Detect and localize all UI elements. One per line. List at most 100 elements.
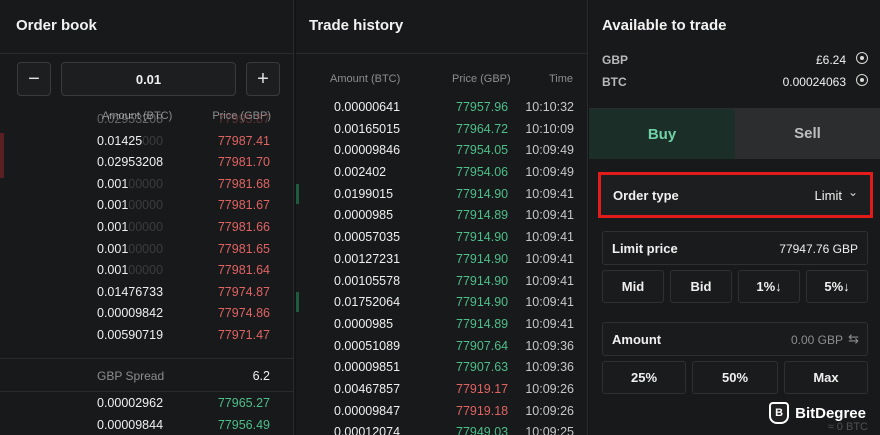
trade-amount: 0.00000641 — [334, 100, 401, 114]
ask-row[interactable]: 0.00100000 77981.67 — [0, 195, 293, 217]
column-header-amount: Amount (BTC) — [330, 73, 401, 85]
balance-amount: £6.24 — [815, 53, 846, 67]
tab-sell[interactable]: Sell — [735, 108, 880, 159]
trade-amount: 0.00467857 — [334, 381, 401, 396]
balance-row-gbp: GBP £6.24 — [602, 52, 868, 67]
trade-time: 10:09:25 — [525, 425, 574, 435]
bid-list: 0.00002962 77965.27 0.00009844 77956.49 — [0, 393, 293, 435]
trade-list: 0.00000641 77957.96 10:10:32 0.00165015 7796… — [296, 96, 587, 435]
ask-row[interactable]: 0.00100000 77981.68 — [0, 174, 293, 196]
decrease-button[interactable]: − — [17, 62, 51, 96]
pct-25-button[interactable]: 25% — [602, 361, 686, 394]
bid-button[interactable]: Bid — [670, 270, 732, 303]
limit-price-field[interactable]: Limit price 77947.76 GBP — [602, 231, 868, 265]
trade-price: 77907.63 — [456, 360, 509, 375]
tick-size-stepper: − 0.01 + — [17, 62, 280, 96]
ask-row[interactable]: 0.01476733 77974.87 — [0, 282, 293, 304]
trade-time: 10:09:41 — [525, 208, 574, 223]
currency-label: GBP — [602, 53, 629, 67]
trade-row: 0.00012074 77949.03 10:09:25 — [296, 421, 587, 435]
trade-price: 77949.03 — [456, 425, 509, 435]
divider — [0, 53, 293, 54]
pct-50-button[interactable]: 50% — [692, 361, 778, 394]
trade-price: 77907.64 — [456, 338, 509, 353]
ask-price: 77987.41 — [217, 133, 270, 148]
bid-price: 77965.27 — [217, 396, 270, 410]
bid-row[interactable]: 0.00002962 77965.27 — [0, 393, 293, 415]
amount-field[interactable]: Amount 0.00 GBP ⇆ — [602, 322, 868, 356]
bid-price: 77956.49 — [217, 417, 270, 432]
watermark-text: BitDegree — [795, 404, 866, 422]
order-book-title: Order book — [16, 17, 97, 34]
trade-row: 0.0000985 77914.89 10:09:41 — [296, 204, 587, 226]
ask-price: 77995.87 — [217, 112, 270, 126]
trade-time: 10:09:36 — [525, 360, 574, 375]
tab-buy[interactable]: Buy — [589, 108, 735, 159]
balance-row-btc: BTC 0.00024063 — [602, 74, 868, 89]
trade-price: 77914.89 — [456, 316, 509, 331]
ask-amount: 0.00590719 — [97, 327, 164, 342]
ask-amount: 0.01476733 — [97, 284, 164, 299]
ask-price: 77981.64 — [217, 263, 270, 278]
trade-row: 0.00000641 77957.96 10:10:32 — [296, 96, 587, 118]
minus-5pct-button[interactable]: 5%↓ — [806, 270, 868, 303]
ask-row[interactable]: 0.00100000 77981.66 — [0, 217, 293, 239]
trade-row: 0.00009851 77907.63 10:09:36 — [296, 356, 587, 378]
amount-preset-buttons: 25% 50% Max — [602, 361, 868, 394]
spread-row: GBP Spread 6.2 — [0, 358, 293, 392]
trade-time: 10:09:49 — [525, 143, 574, 158]
ask-row[interactable]: 0.00100000 77981.64 — [0, 260, 293, 282]
trade-price: 77914.90 — [456, 230, 509, 245]
trade-price: 77954.05 — [456, 143, 509, 158]
trade-history-title: Trade history — [309, 17, 404, 34]
ask-price: 77981.67 — [217, 198, 270, 213]
mid-button[interactable]: Mid — [602, 270, 664, 303]
ask-amount: 0.00100000 — [97, 176, 164, 191]
bitdegree-watermark: B BitDegree — [769, 402, 866, 424]
ask-amount: 0.00100000 — [97, 198, 164, 213]
minus-1pct-button[interactable]: 1%↓ — [738, 270, 800, 303]
radio-target-icon[interactable] — [856, 52, 868, 64]
trade-price: 77954.06 — [456, 165, 509, 180]
ask-row[interactable]: 0.00590719 77971.47 — [0, 325, 293, 347]
ask-row[interactable]: 0.00100000 77981.65 — [0, 239, 293, 261]
ask-amount: 0.00100000 — [97, 219, 164, 234]
trade-amount: 0.002402 — [334, 165, 387, 180]
trade-row: 0.00467857 77919.17 10:09:26 — [296, 378, 587, 400]
ask-amount: 0.01425000 — [97, 133, 164, 148]
ask-price: 77981.65 — [217, 241, 270, 256]
ask-row[interactable]: 0.02953208 77981.70 — [0, 152, 293, 174]
trade-amount: 0.00051089 — [334, 338, 401, 353]
ask-list: 0.02953208 77995.87 0.01425000 77987.41 0.02… — [0, 112, 293, 347]
radio-target-icon[interactable] — [856, 74, 868, 86]
currency-label: BTC — [602, 75, 627, 89]
trade-price: 77914.90 — [456, 273, 509, 288]
order-type-select[interactable]: Order type Limit ⌄ — [598, 172, 873, 218]
trade-price: 77914.90 — [456, 251, 509, 266]
trade-time: 10:09:26 — [525, 403, 574, 418]
trade-time: 10:09:41 — [525, 251, 574, 266]
trade-price: 77964.72 — [456, 121, 509, 136]
ask-price: 77981.66 — [217, 219, 270, 234]
trade-time: 10:09:26 — [525, 381, 574, 396]
ask-row[interactable]: 0.00009842 77974.86 — [0, 303, 293, 325]
ask-row[interactable]: 0.02953208 77995.87 — [0, 109, 293, 131]
trade-amount: 0.00127231 — [334, 251, 401, 266]
swap-currency-icon[interactable]: ⇆ — [848, 331, 859, 347]
trade-price: 77919.17 — [456, 381, 509, 396]
ask-row[interactable]: 0.01425000 77987.41 — [0, 131, 293, 153]
bid-row[interactable]: 0.00009844 77956.49 — [0, 415, 293, 435]
amount-label: Amount — [612, 332, 662, 347]
trade-amount: 0.01752064 — [334, 295, 401, 310]
trade-row: 0.01752064 77914.90 10:09:41 — [296, 291, 587, 313]
trade-time: 10:09:41 — [525, 186, 574, 201]
increase-button[interactable]: + — [246, 62, 280, 96]
balance-amount: 0.00024063 — [782, 75, 846, 89]
trade-amount: 0.00009847 — [334, 403, 401, 418]
amount-value: 0.00 GBP — [790, 333, 843, 347]
max-button[interactable]: Max — [784, 361, 868, 394]
trade-amount: 0.0000985 — [334, 208, 394, 223]
trade-time: 10:10:32 — [525, 100, 574, 114]
tick-size-input[interactable]: 0.01 — [61, 62, 236, 96]
spread-label: GBP Spread — [97, 369, 165, 383]
